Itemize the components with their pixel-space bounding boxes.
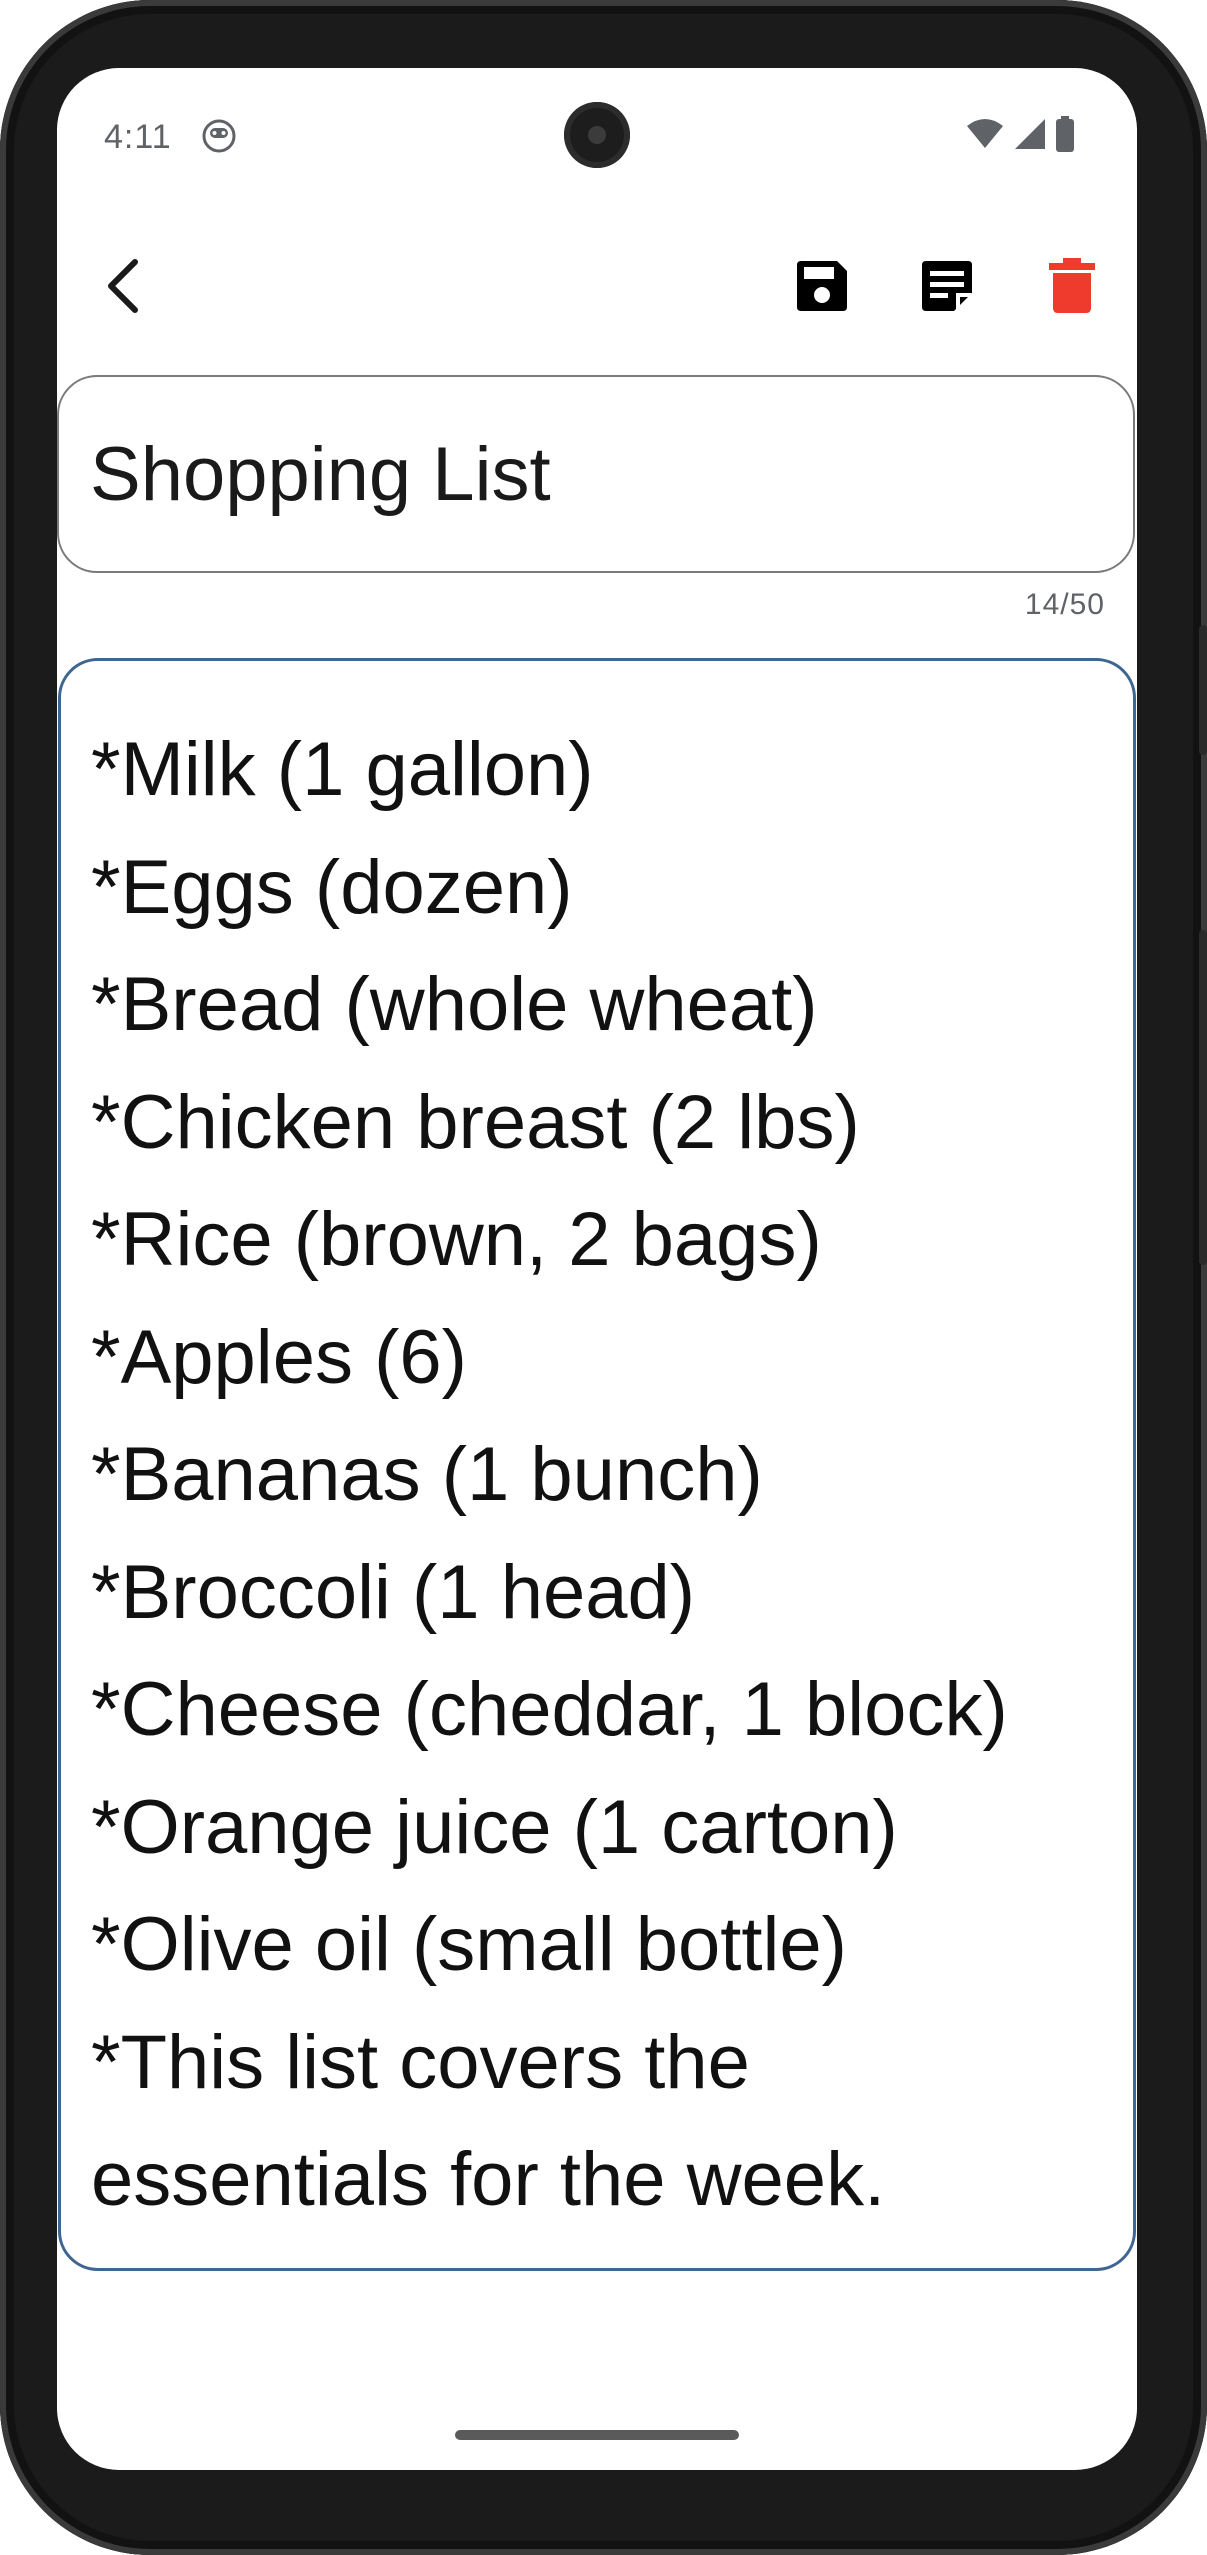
body-line: *Eggs (dozen)	[91, 844, 573, 930]
status-bar: 4:11	[57, 68, 1137, 203]
title-input-value: Shopping List	[90, 431, 551, 517]
body-line: *Rice (brown, 2 bags)	[91, 1197, 822, 1282]
body-line: *Chicken breast (2 lbs)	[91, 1079, 860, 1165]
body-line: *Orange juice (1 carton)	[91, 1784, 898, 1870]
title-input[interactable]: Shopping List	[57, 375, 1135, 573]
body-line: *Milk (1 gallon)	[91, 727, 594, 812]
body-line: *Broccoli (1 head)	[91, 1549, 696, 1635]
signal-icon	[1013, 117, 1047, 156]
body-line: essentials for the week.	[91, 2137, 886, 2222]
screen: 4:11 Shopping List 14/50 *Milk (1 gallon…	[57, 68, 1137, 2470]
power-button	[1199, 625, 1207, 755]
gesture-nav-handle[interactable]	[455, 2430, 739, 2440]
save-button[interactable]	[777, 243, 867, 333]
body-line: *Bananas (1 bunch)	[91, 1432, 763, 1517]
save-icon	[795, 259, 849, 318]
face-notification-icon	[201, 118, 237, 154]
body-line: *Cheese (cheddar, 1 block)	[91, 1667, 1008, 1752]
back-arrow-icon	[99, 256, 149, 321]
delete-icon	[1049, 257, 1095, 319]
status-time: 4:11	[104, 118, 172, 156]
title-character-counter: 14/50	[1024, 588, 1105, 621]
volume-button	[1199, 930, 1207, 1265]
status-icons	[965, 115, 1075, 157]
body-line: *This list covers the	[91, 2019, 750, 2105]
body-line: *Olive oil (small bottle)	[91, 1902, 847, 1987]
top-app-bar	[57, 233, 1137, 343]
body-line: *Apples (6)	[91, 1314, 467, 1400]
body-line: *Bread (whole wheat)	[91, 962, 818, 1047]
battery-icon	[1055, 115, 1075, 157]
back-button[interactable]	[79, 243, 169, 333]
note-body-input[interactable]: *Milk (1 gallon) *Eggs (dozen) *Bread (w…	[58, 658, 1136, 2271]
front-camera	[564, 102, 630, 168]
phone-frame: 4:11 Shopping List 14/50 *Milk (1 gallon…	[0, 0, 1207, 2555]
delete-button[interactable]	[1027, 243, 1117, 333]
note-icon	[920, 259, 974, 318]
note-button[interactable]	[902, 243, 992, 333]
wifi-icon	[965, 118, 1005, 155]
